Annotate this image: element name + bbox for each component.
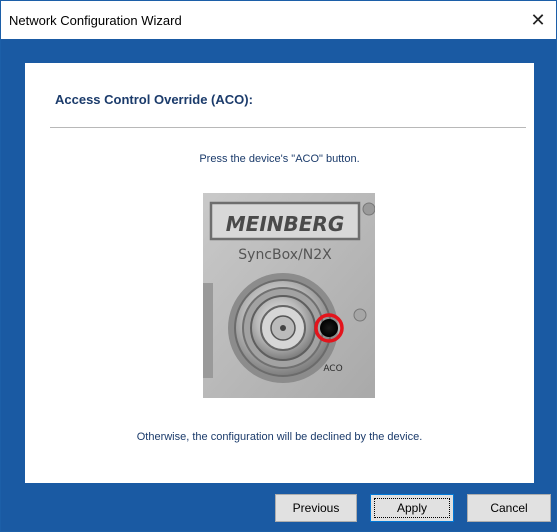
content-panel: Access Control Override (ACO): Press the… [25,63,534,483]
warning-text: Otherwise, the configuration will be dec… [136,431,423,443]
wizard-window: Network Configuration Wizard ✕ Access Co… [0,0,557,532]
close-button[interactable]: ✕ [520,1,556,39]
previous-button[interactable]: Previous [275,494,357,522]
close-icon: ✕ [530,9,546,30]
aco-label: ACO [323,364,342,374]
title-bar: Network Configuration Wizard ✕ [1,1,556,39]
focus-outline [374,498,450,518]
divider [50,127,526,128]
model-label: SyncBox/N2X [238,247,332,263]
cancel-button[interactable]: Cancel [467,494,551,522]
instruction-text: Press the device's "ACO" button. [199,153,360,165]
apply-button[interactable]: Apply [370,494,454,522]
device-photo: MEINBERG SyncBox/N2X ACO [203,193,375,398]
aco-button-hole [320,319,338,337]
page-heading: Access Control Override (ACO): [55,92,253,107]
brand-label: MEINBERG [226,212,344,236]
window-title: Network Configuration Wizard [9,12,182,28]
